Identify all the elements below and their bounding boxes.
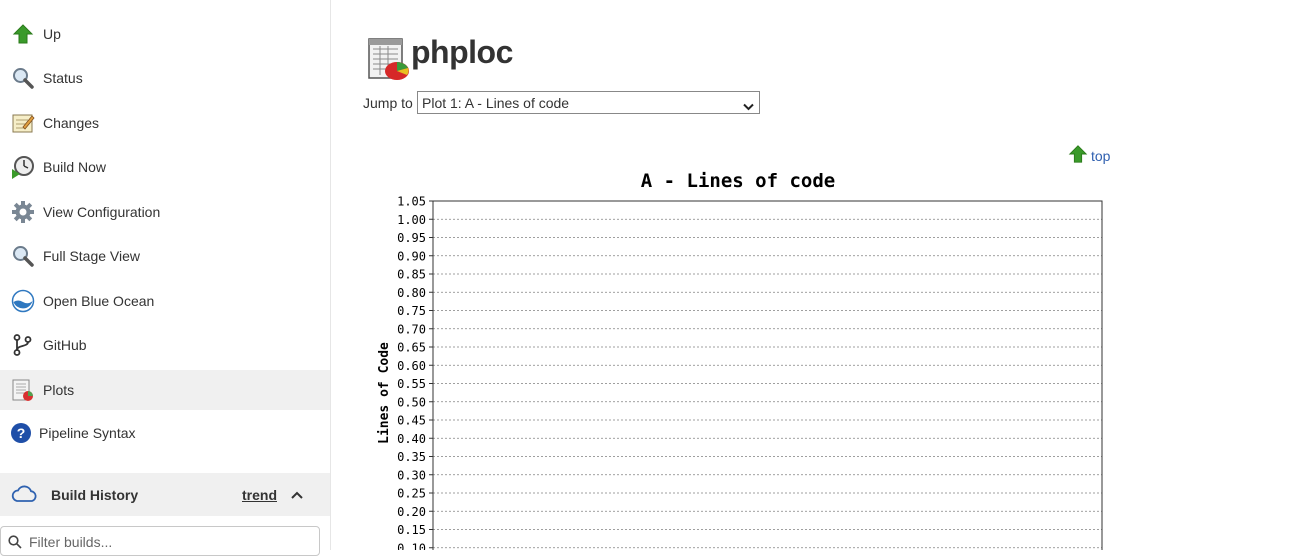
y-tick-label: 0.50: [397, 395, 426, 409]
y-tick-label: 0.65: [397, 341, 426, 355]
chart-title: A - Lines of code: [641, 170, 835, 192]
y-tick-label: 0.20: [397, 505, 426, 519]
y-tick-label: 0.55: [397, 377, 426, 391]
y-tick-label: 0.35: [397, 450, 426, 464]
y-tick-label: 0.95: [397, 231, 426, 245]
y-tick-label: 1.05: [397, 195, 426, 209]
y-tick-label: 0.30: [397, 468, 426, 482]
y-tick-label: 0.70: [397, 322, 426, 336]
y-tick-label: 0.10: [397, 541, 426, 550]
y-tick-label: 0.45: [397, 414, 426, 428]
y-axis-label: Lines of Code: [377, 342, 392, 444]
y-tick-label: 0.80: [397, 286, 426, 300]
y-tick-label: 0.85: [397, 268, 426, 282]
plot-area-frame: [432, 200, 1103, 550]
y-tick-label: 0.90: [397, 249, 426, 263]
y-tick-label: 0.15: [397, 523, 426, 537]
y-tick-label: 0.40: [397, 432, 426, 446]
y-tick-label: 0.60: [397, 359, 426, 373]
lines-of-code-chart: A - Lines of code Lines of Code 1.05 1.00…: [377, 170, 1103, 550]
y-tick-label: 0.25: [397, 487, 426, 501]
y-tick-label: 1.00: [397, 213, 426, 227]
y-tick-label: 0.75: [397, 304, 426, 318]
